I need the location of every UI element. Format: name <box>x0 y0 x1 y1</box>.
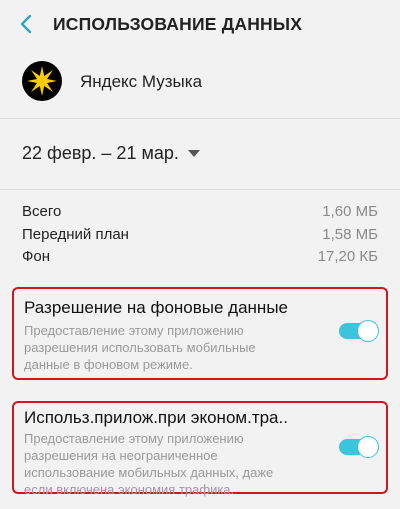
usage-value: 17,20 КБ <box>317 248 378 265</box>
background-data-setting[interactable]: Разрешение на фоновые данные Предоставле… <box>12 287 388 380</box>
usage-label: Фон <box>22 248 51 265</box>
dropdown-arrow-icon <box>187 150 200 157</box>
yandex-music-logo <box>22 61 62 101</box>
unrestricted-data-toggle[interactable] <box>339 436 379 458</box>
app-info-row: Яндекс Музыка <box>0 48 400 116</box>
app-name: Яндекс Музыка <box>80 72 203 91</box>
divider <box>0 118 400 119</box>
toggle-knob <box>357 320 379 342</box>
background-data-toggle[interactable] <box>339 320 379 342</box>
setting-description: Предоставление этому приложению разрешен… <box>24 323 256 372</box>
usage-value: 1,60 МБ <box>322 203 378 220</box>
usage-label: Передний план <box>22 225 129 243</box>
back-button[interactable] <box>12 10 40 38</box>
top-app-bar: ИСПОЛЬЗОВАНИЕ ДАННЫХ <box>0 0 400 48</box>
usage-stats: Всего 1,60 МБ Передний план 1,58 МБ Фон … <box>22 203 378 271</box>
usage-row-total: Всего 1,60 МБ <box>22 203 378 226</box>
usage-row-foreground: Передний план 1,58 МБ <box>22 226 378 249</box>
usage-label: Всего <box>22 203 62 220</box>
divider <box>0 189 400 190</box>
usage-row-background: Фон 17,20 КБ <box>22 248 378 271</box>
unrestricted-data-setting[interactable]: Использ.прилож.при эконом.тра.. Предоста… <box>12 401 388 497</box>
toggle-knob <box>357 436 379 458</box>
usage-value: 1,58 МБ <box>322 225 378 243</box>
period-dropdown[interactable]: 22 февр. – 21 мар. <box>22 143 200 164</box>
setting-title: Использ.прилож.при эконом.тра.. <box>24 408 288 427</box>
chevron-left-icon <box>20 14 32 34</box>
setting-description: Предоставление этому приложению разрешен… <box>24 431 274 497</box>
setting-title: Разрешение на фоновые данные <box>24 298 288 317</box>
page-title: ИСПОЛЬЗОВАНИЕ ДАННЫХ <box>53 14 303 34</box>
period-value: 22 февр. – 21 мар. <box>22 143 179 163</box>
